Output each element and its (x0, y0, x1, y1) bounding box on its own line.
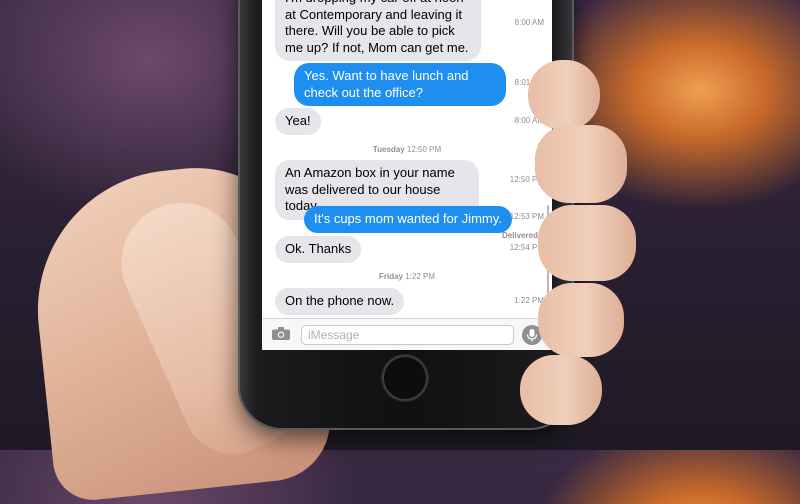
message-bubble-incoming[interactable]: On the phone now. (275, 288, 405, 315)
messages-screen: I'm dropping my car off at noon at Conte… (262, 0, 552, 350)
message-timestamp: 12:53 PM (509, 212, 544, 221)
delivered-status: Delivered (501, 231, 538, 240)
conversation-thread: I'm dropping my car off at noon at Conte… (262, 0, 552, 318)
message-bubble-outgoing[interactable]: It's cups mom wanted for Jimmy. (304, 206, 512, 233)
message-bubble-incoming[interactable]: Yea! (275, 108, 321, 135)
camera-icon[interactable] (272, 327, 290, 340)
finger (538, 205, 636, 281)
finger (520, 355, 602, 425)
day-separator: Tuesday 12:50 PM (262, 145, 552, 154)
home-button[interactable] (382, 355, 428, 401)
day-separator-time: 1:22 PM (405, 272, 436, 281)
day-separator-day: Tuesday (372, 145, 405, 154)
message-bubble-outgoing[interactable]: Yes. Want to have lunch and check out th… (294, 63, 506, 106)
message-bubble-incoming[interactable]: I'm dropping my car off at noon at Conte… (275, 0, 481, 61)
finger (535, 125, 627, 203)
finger (538, 283, 624, 357)
message-bubble-incoming[interactable]: Ok. Thanks (275, 236, 362, 263)
message-composer (262, 318, 552, 350)
imessage-input[interactable] (301, 325, 514, 345)
message-timestamp: 8:00 AM (514, 18, 544, 27)
finger (528, 60, 600, 130)
day-separator-day: Friday (378, 272, 403, 281)
day-separator: Friday 1:22 PM (262, 272, 552, 281)
day-separator-time: 12:50 PM (406, 145, 442, 154)
